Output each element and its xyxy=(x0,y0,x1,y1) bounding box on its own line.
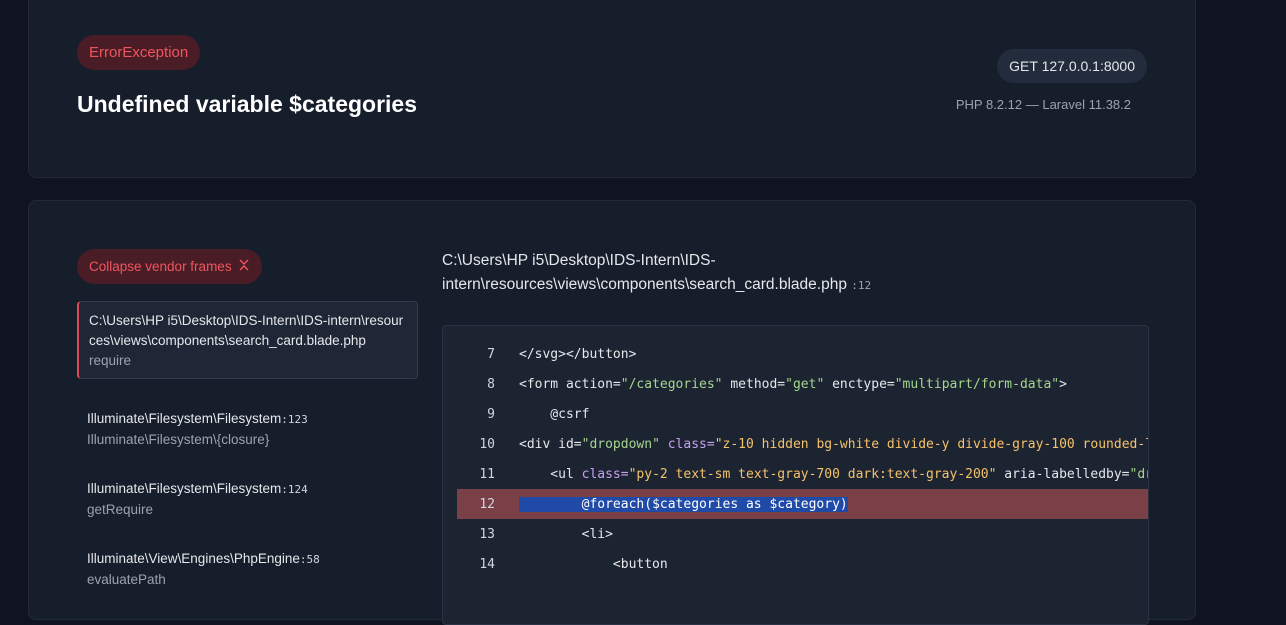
code-text: <div id="dropdown" class="z-10 hidden bg… xyxy=(519,436,1149,452)
exception-header-card: ErrorException Undefined variable $categ… xyxy=(28,0,1196,178)
code-line: 11 <ul class="py-2 text-sm text-gray-700… xyxy=(457,459,1148,489)
line-number: 7 xyxy=(487,346,495,362)
code-line: 10 <div id="dropdown" class="z-10 hidden… xyxy=(457,429,1148,459)
line-number: 13 xyxy=(479,526,495,542)
collapse-label: Collapse vendor frames xyxy=(89,259,232,274)
stack-trace-card: Collapse vendor frames C:\Users\HP i5\De… xyxy=(28,200,1196,625)
line-number: 14 xyxy=(479,556,495,572)
frame-line: :124 xyxy=(281,483,308,496)
line-number: 10 xyxy=(479,436,495,452)
line-number: 12 xyxy=(479,496,495,512)
code-text: </svg></button> xyxy=(519,346,637,362)
collapse-chevrons-icon xyxy=(238,259,250,274)
frame-file: C:\Users\HP i5\Desktop\IDS-Intern\IDS-in… xyxy=(89,313,404,348)
code-text: @csrf xyxy=(519,406,590,422)
error-message-title: Undefined variable $categories xyxy=(77,91,418,117)
code-text: <button xyxy=(519,556,668,572)
request-url-pill[interactable]: GET 127.0.0.1:8000 xyxy=(997,49,1147,83)
code-line-error: 12 @foreach($categories as $category) xyxy=(457,489,1148,519)
frame-line: :58 xyxy=(299,553,320,566)
frame-function: evaluatePath xyxy=(87,572,166,587)
stack-frames-list: C:\Users\HP i5\Desktop\IDS-Intern\IDS-in… xyxy=(77,301,418,609)
code-text: <li> xyxy=(519,526,613,542)
file-path-text: C:\Users\HP i5\Desktop\IDS-Intern\IDS-in… xyxy=(442,252,847,293)
line-number: 11 xyxy=(479,466,495,482)
frame-function: Illuminate\Filesystem\{closure} xyxy=(87,432,270,447)
code-line: 7 </svg></button> xyxy=(457,339,1148,369)
stack-frame-active[interactable]: C:\Users\HP i5\Desktop\IDS-Intern\IDS-in… xyxy=(77,301,418,379)
frame-file: Illuminate\Filesystem\Filesystem xyxy=(87,411,282,426)
exception-class-badge: ErrorException xyxy=(77,35,201,70)
code-text: <form action="/categories" method="get" … xyxy=(519,376,1067,392)
code-line: 13 <li> xyxy=(457,519,1148,549)
code-line: 8 <form action="/categories" method="get… xyxy=(457,369,1148,399)
selected-text: @foreach($categories as $category) xyxy=(519,496,848,512)
code-line: 9 @csrf xyxy=(457,399,1148,429)
stack-frame[interactable]: Illuminate\View\Engines\PhpEngine:58 eva… xyxy=(77,539,418,589)
source-file-path[interactable]: C:\Users\HP i5\Desktop\IDS-Intern\IDS-in… xyxy=(442,249,922,298)
code-snippet: 7 </svg></button> 8 <form action="/categ… xyxy=(442,325,1149,625)
frame-file: Illuminate\View\Engines\PhpEngine xyxy=(87,551,300,566)
file-line-number: :12 xyxy=(851,279,872,292)
code-text: <ul class="py-2 text-sm text-gray-700 da… xyxy=(519,466,1148,482)
code-line: 14 <button xyxy=(457,549,1148,579)
frame-file: Illuminate\Filesystem\Filesystem xyxy=(87,481,282,496)
line-number: 9 xyxy=(487,406,495,422)
frame-line: :123 xyxy=(281,413,308,426)
line-number: 8 xyxy=(487,376,495,392)
frame-function: require xyxy=(89,353,132,368)
code-text: @foreach($categories as $category) xyxy=(519,496,848,512)
stack-frame[interactable]: Illuminate\Filesystem\Filesystem:123 Ill… xyxy=(77,399,418,449)
collapse-vendor-frames-button[interactable]: Collapse vendor frames xyxy=(77,249,262,284)
frame-function: getRequire xyxy=(87,502,154,517)
version-info: PHP 8.2.12 — Laravel 11.38.2 xyxy=(955,97,1131,112)
stack-frame[interactable]: Illuminate\Filesystem\Filesystem:124 get… xyxy=(77,469,418,519)
